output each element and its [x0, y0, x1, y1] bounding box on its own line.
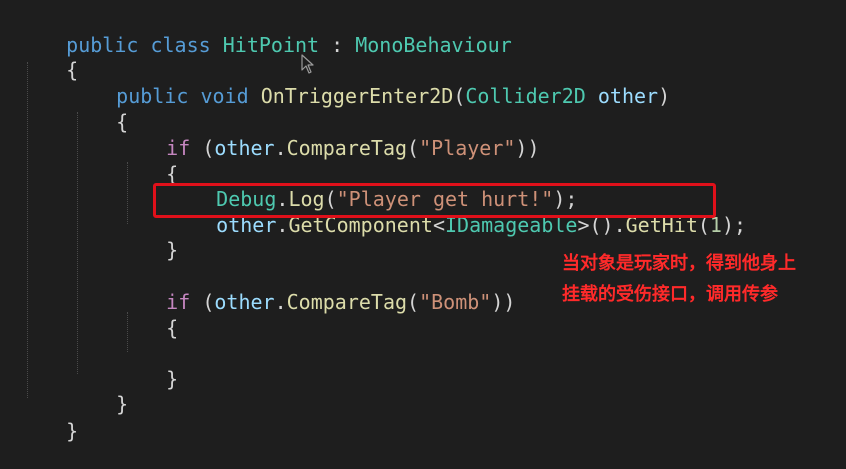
punctuation: (: [202, 290, 215, 314]
method-name: OnTriggerEnter2D: [260, 84, 454, 108]
method-name: CompareTag: [286, 290, 408, 314]
indent-guide: [27, 62, 28, 398]
code-line-6: {: [118, 137, 178, 186]
code-line-12: }: [118, 342, 178, 391]
identifier: other: [214, 136, 275, 160]
punctuation: .: [274, 290, 287, 314]
code-line-3: public void OnTriggerEnter2D(Collider2D …: [68, 59, 670, 108]
punctuation: (: [407, 136, 420, 160]
brace: {: [166, 316, 179, 340]
punctuation: ): [658, 84, 671, 108]
punctuation: (: [453, 84, 466, 108]
keyword: class: [150, 33, 211, 57]
punctuation: :: [331, 33, 344, 57]
punctuation: )): [491, 290, 516, 314]
code-line-5: if (other.CompareTag("Player")): [118, 111, 539, 160]
annotation-note: 当对象是玩家时，得到他身上 挂载的受伤接口，调用传参: [562, 248, 842, 310]
string-literal: "Bomb": [419, 290, 492, 314]
code-line-2: {: [18, 33, 78, 82]
punctuation: .: [274, 136, 287, 160]
parameter: other: [597, 84, 659, 108]
code-line-1: public class HitPoint : MonoBehaviour: [18, 8, 512, 57]
annotation-line-2: 挂载的受伤接口，调用传参: [562, 284, 778, 305]
brace: }: [66, 419, 79, 443]
code-line-11: {: [118, 291, 178, 340]
code-line-10: if (other.CompareTag("Bomb")): [118, 265, 515, 314]
base-class: MonoBehaviour: [355, 33, 512, 57]
code-editor[interactable]: public class HitPoint : MonoBehaviour { …: [0, 0, 846, 443]
code-line-13: }: [68, 367, 128, 416]
method-name: CompareTag: [286, 136, 408, 160]
punctuation: (: [407, 290, 420, 314]
code-line-4: {: [68, 85, 128, 134]
punctuation: );: [721, 213, 747, 237]
punctuation: )): [515, 136, 540, 160]
annotation-line-1: 当对象是玩家时，得到他身上: [562, 253, 796, 274]
brace: }: [116, 392, 129, 416]
code-line-14: }: [18, 394, 78, 443]
highlight-box: [153, 183, 716, 218]
brace: }: [166, 367, 179, 391]
punctuation: (: [202, 136, 215, 160]
keyword: void: [200, 84, 249, 108]
type-name: Collider2D: [465, 84, 586, 108]
identifier: other: [214, 290, 275, 314]
mouse-pointer-icon: [301, 54, 314, 74]
brace: }: [166, 238, 179, 262]
string-literal: "Player": [419, 136, 516, 160]
